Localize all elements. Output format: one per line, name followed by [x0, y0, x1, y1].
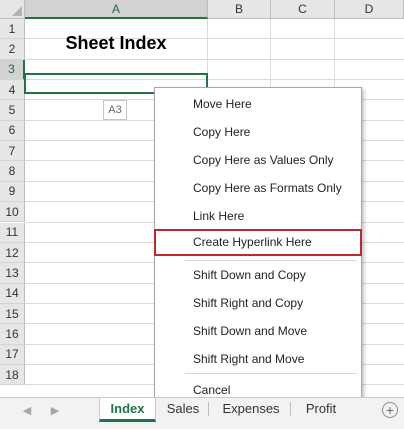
row-header-11[interactable]: 11	[0, 222, 25, 243]
sheet-tab-expenses[interactable]: Expenses	[215, 398, 287, 422]
column-header-b[interactable]: B	[208, 0, 271, 19]
select-all-corner[interactable]	[0, 0, 25, 19]
row-header-3[interactable]: 3	[0, 59, 25, 81]
row-header-8[interactable]: 8	[0, 161, 25, 182]
row-header-5[interactable]: 5	[0, 100, 25, 121]
row-header-14[interactable]: 14	[0, 283, 25, 304]
column-header-c[interactable]: C	[271, 0, 335, 19]
cell-a1-sheet-index[interactable]: Sheet Index	[25, 31, 207, 55]
menu-item-shift-right-copy[interactable]: Shift Right and Copy	[155, 290, 361, 317]
column-header-a[interactable]: A	[25, 0, 208, 19]
row-header-6[interactable]: 6	[0, 120, 25, 142]
row-header-15[interactable]: 15	[0, 303, 25, 325]
row-header-18[interactable]: 18	[0, 364, 25, 386]
row-header-9[interactable]: 9	[0, 181, 25, 203]
row-header-12[interactable]: 12	[0, 242, 25, 264]
row-header-17[interactable]: 17	[0, 344, 25, 365]
column-header-d[interactable]: D	[335, 0, 404, 19]
add-sheet-icon[interactable]: +	[382, 402, 398, 418]
row-header-10[interactable]: 10	[0, 202, 25, 223]
row-header-16[interactable]: 16	[0, 324, 25, 345]
scroll-right-icon[interactable]: ▶	[48, 404, 62, 418]
row-header-7[interactable]: 7	[0, 141, 25, 162]
sheet-tab-bar: ◀ ▶ Index Sales Expenses Profit +	[0, 397, 404, 429]
drag-cell-tooltip: A3	[103, 100, 127, 120]
sheet-tab-index[interactable]: Index	[99, 398, 156, 422]
row-header-13[interactable]: 13	[0, 263, 25, 284]
sheet-tab-profit[interactable]: Profit	[296, 398, 346, 422]
menu-item-shift-down-copy[interactable]: Shift Down and Copy	[155, 262, 361, 289]
menu-item-shift-right-move[interactable]: Shift Right and Move	[155, 346, 361, 373]
menu-separator	[185, 260, 357, 261]
scroll-left-icon[interactable]: ◀	[20, 404, 34, 418]
tab-separator	[290, 402, 291, 416]
sheet-tab-sales[interactable]: Sales	[160, 398, 206, 422]
gridline	[25, 58, 404, 60]
row-header-4[interactable]: 4	[0, 80, 25, 101]
menu-item-link-here[interactable]: Link Here	[155, 203, 361, 230]
select-all-triangle	[12, 6, 22, 16]
drag-context-menu: Move Here Copy Here Copy Here as Values …	[154, 87, 362, 405]
menu-item-copy-values-only[interactable]: Copy Here as Values Only	[155, 147, 361, 174]
menu-item-copy-formats-only[interactable]: Copy Here as Formats Only	[155, 175, 361, 202]
menu-item-shift-down-move[interactable]: Shift Down and Move	[155, 318, 361, 345]
row-header-2[interactable]: 2	[0, 39, 25, 60]
tab-separator	[208, 402, 209, 416]
menu-separator	[185, 373, 357, 374]
menu-item-create-hyperlink-here[interactable]: Create Hyperlink Here	[154, 229, 362, 256]
menu-item-move-here[interactable]: Move Here	[155, 91, 361, 118]
menu-item-copy-here[interactable]: Copy Here	[155, 119, 361, 146]
row-header-1[interactable]: 1	[0, 19, 25, 40]
